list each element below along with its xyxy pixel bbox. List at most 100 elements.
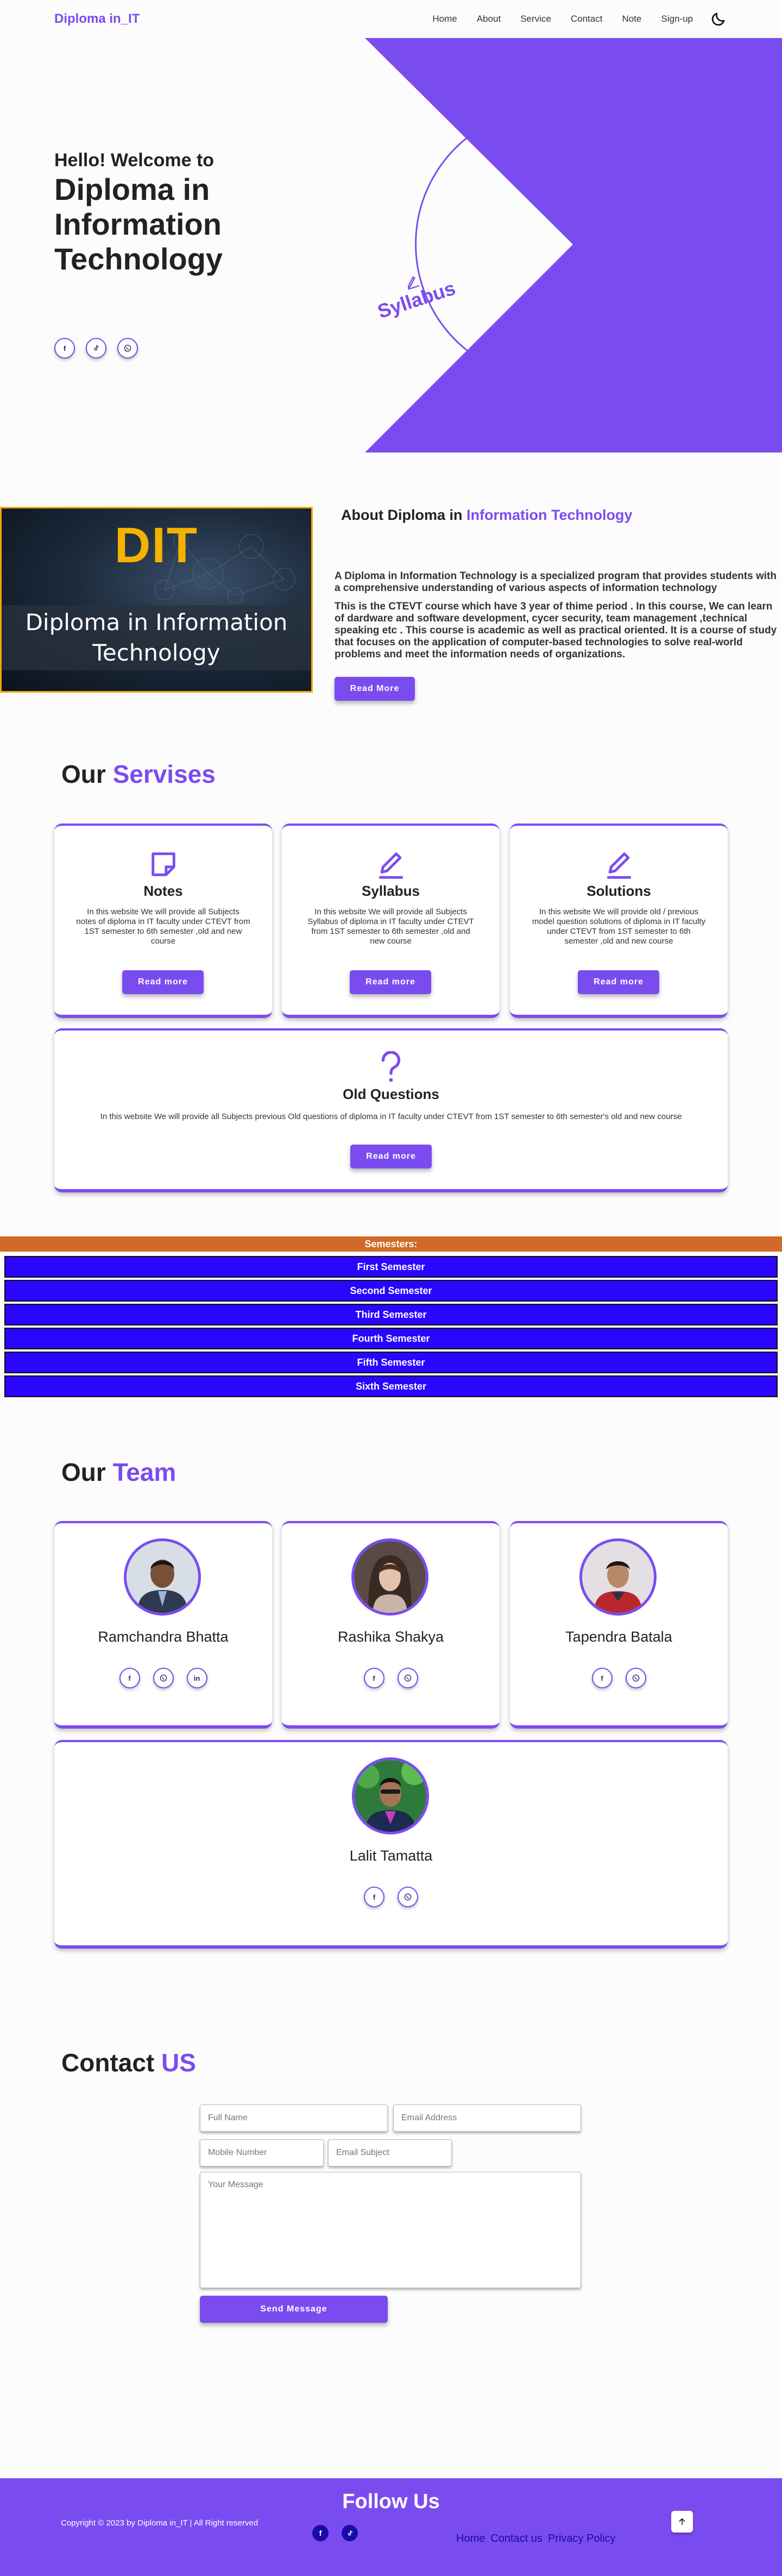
about-dit-image: DIT Diploma in Information Technology [0,507,313,693]
note-icon [54,849,272,880]
tiktok-icon[interactable] [342,2525,358,2541]
dit-caption: Diploma in Information Technology [2,605,311,670]
pencil-icon [510,849,728,880]
whatsapp-icon[interactable] [117,338,138,359]
footer-link-home[interactable]: Home [456,2533,485,2545]
member-socials: f [54,1887,728,1907]
hero-section: Hello! Welcome to Diploma in Information… [0,38,782,456]
semesters-heading: Semesters: [0,1236,782,1252]
member-name: Lalit Tamatta [349,1848,433,1864]
service-card-title: Notes [143,883,183,899]
hero-greeting: Hello! Welcome to [54,150,215,171]
scroll-to-top-arrow-icon[interactable] [671,2511,693,2533]
nav-link-note[interactable]: Note [622,14,641,24]
syllabus-read-more-button[interactable]: Read more [350,970,431,994]
service-card-text: In this website We will provide all Subj… [76,907,250,946]
nav-link-signup[interactable]: Sign-up [661,14,693,24]
team-card: Ramchandra Bhatta f in [54,1521,272,1729]
message-textarea[interactable] [200,2172,581,2288]
footer: Follow Us Copyright © 2023 by Diploma in… [0,2478,782,2576]
services-title-accent: Servises [112,760,216,788]
contact-title: Contact US [61,2048,196,2077]
nav-link-service[interactable]: Service [520,14,551,24]
service-card-text: In this website We will provide old / pr… [532,907,706,946]
team-title: Our Team [61,1457,176,1487]
full-name-input[interactable] [200,2104,388,2132]
send-message-button[interactable]: Send Message [200,2296,388,2323]
avatar [351,1538,428,1616]
services-title: Our Servises [61,759,216,789]
member-socials: f [510,1668,728,1688]
nav-links: Home About Service Contact Note Sign-up [432,14,693,24]
about-read-more-button[interactable]: Read More [335,677,415,701]
navbar: Diploma in_IT Home About Service Contact… [0,0,782,38]
member-name: Tapendra Batala [565,1629,672,1645]
question-icon [54,1051,728,1083]
service-card-syllabus: Syllabus In this website We will provide… [282,824,500,1018]
nav-link-contact[interactable]: Contact [571,14,603,24]
mobile-number-input[interactable] [200,2139,324,2166]
whatsapp-icon[interactable] [397,1668,418,1688]
email-address-input[interactable] [393,2104,581,2132]
site-logo[interactable]: Diploma in_IT [54,11,140,27]
contact-title-prefix: Contact [61,2049,155,2077]
footer-title: Follow Us [342,2490,440,2513]
about-heading-accent: Information Technology [466,507,633,523]
service-card-old-questions: Old Questions In this website We will pr… [54,1028,728,1192]
facebook-icon[interactable]: f [364,1887,384,1907]
service-card-title: Syllabus [362,883,420,899]
team-title-accent: Team [112,1458,176,1486]
semester-button-second[interactable]: Second Semester [4,1280,778,1302]
facebook-icon[interactable]: f [312,2525,329,2541]
service-card-notes: Notes In this website We will provide al… [54,824,272,1018]
facebook-icon[interactable]: f [591,1668,613,1688]
dark-mode-moon-icon[interactable] [709,10,728,28]
facebook-icon[interactable]: f [54,338,75,359]
semester-button-third[interactable]: Third Semester [4,1304,778,1325]
nav-link-about[interactable]: About [477,14,501,24]
about-heading: About Diploma in Information Technology [341,507,633,524]
dit-title: DIT [114,518,199,573]
member-name: Rashika Shakya [337,1629,444,1645]
semester-button-fourth[interactable]: Fourth Semester [4,1328,778,1349]
service-card-title: Solutions [586,883,651,899]
copyright-text: Copyright © 2023 by Diploma in_IT | All … [61,2518,258,2528]
notes-read-more-button[interactable]: Read more [122,970,204,994]
nav-link-home[interactable]: Home [432,14,457,24]
member-socials: f [282,1668,500,1688]
linkedin-icon[interactable]: in [186,1668,207,1688]
whatsapp-icon[interactable] [625,1668,646,1688]
whatsapp-icon[interactable] [153,1668,174,1688]
avatar [124,1538,201,1616]
footer-link-privacy[interactable]: Privacy Policy [548,2533,615,2545]
about-paragraph-2: This is the CTEVT course which have 3 ye… [335,601,777,660]
team-card: Tapendra Batala f [510,1521,728,1729]
team-card: Rashika Shakya f [282,1521,500,1729]
footer-link-contact[interactable]: Contact us [490,2533,543,2545]
footer-links: Home Contact us Privacy Policy [456,2533,615,2545]
semester-button-sixth[interactable]: Sixth Semester [4,1375,778,1397]
service-card-text: In this website We will provide all Subj… [307,907,474,946]
member-socials: f in [54,1668,272,1688]
service-card-text: In this website We will provide all Subj… [100,1112,682,1121]
hero-social-links: f [54,338,138,359]
facebook-icon[interactable]: f [119,1668,140,1688]
avatar [352,1757,429,1834]
team-card: Lalit Tamatta f [54,1740,728,1949]
old-questions-read-more-button[interactable]: Read more [350,1145,432,1168]
semester-button-fifth[interactable]: Fifth Semester [4,1352,778,1373]
facebook-icon[interactable]: f [363,1668,384,1688]
member-name: Ramchandra Bhatta [98,1629,229,1645]
services-title-prefix: Our [61,760,106,788]
about-paragraph-1: A Diploma in Information Technology is a… [335,570,777,594]
hero-text: Hello! Welcome to Diploma in Information… [54,150,293,277]
avatar [579,1538,657,1616]
semester-button-first[interactable]: First Semester [4,1256,778,1278]
solutions-read-more-button[interactable]: Read more [578,970,659,994]
whatsapp-icon[interactable] [398,1887,418,1907]
hero-title: Diploma in Information Technology [54,172,223,276]
service-card-title: Old Questions [343,1086,439,1102]
pencil-icon [282,849,500,880]
tiktok-icon[interactable] [86,338,106,359]
email-subject-input[interactable] [328,2139,452,2166]
